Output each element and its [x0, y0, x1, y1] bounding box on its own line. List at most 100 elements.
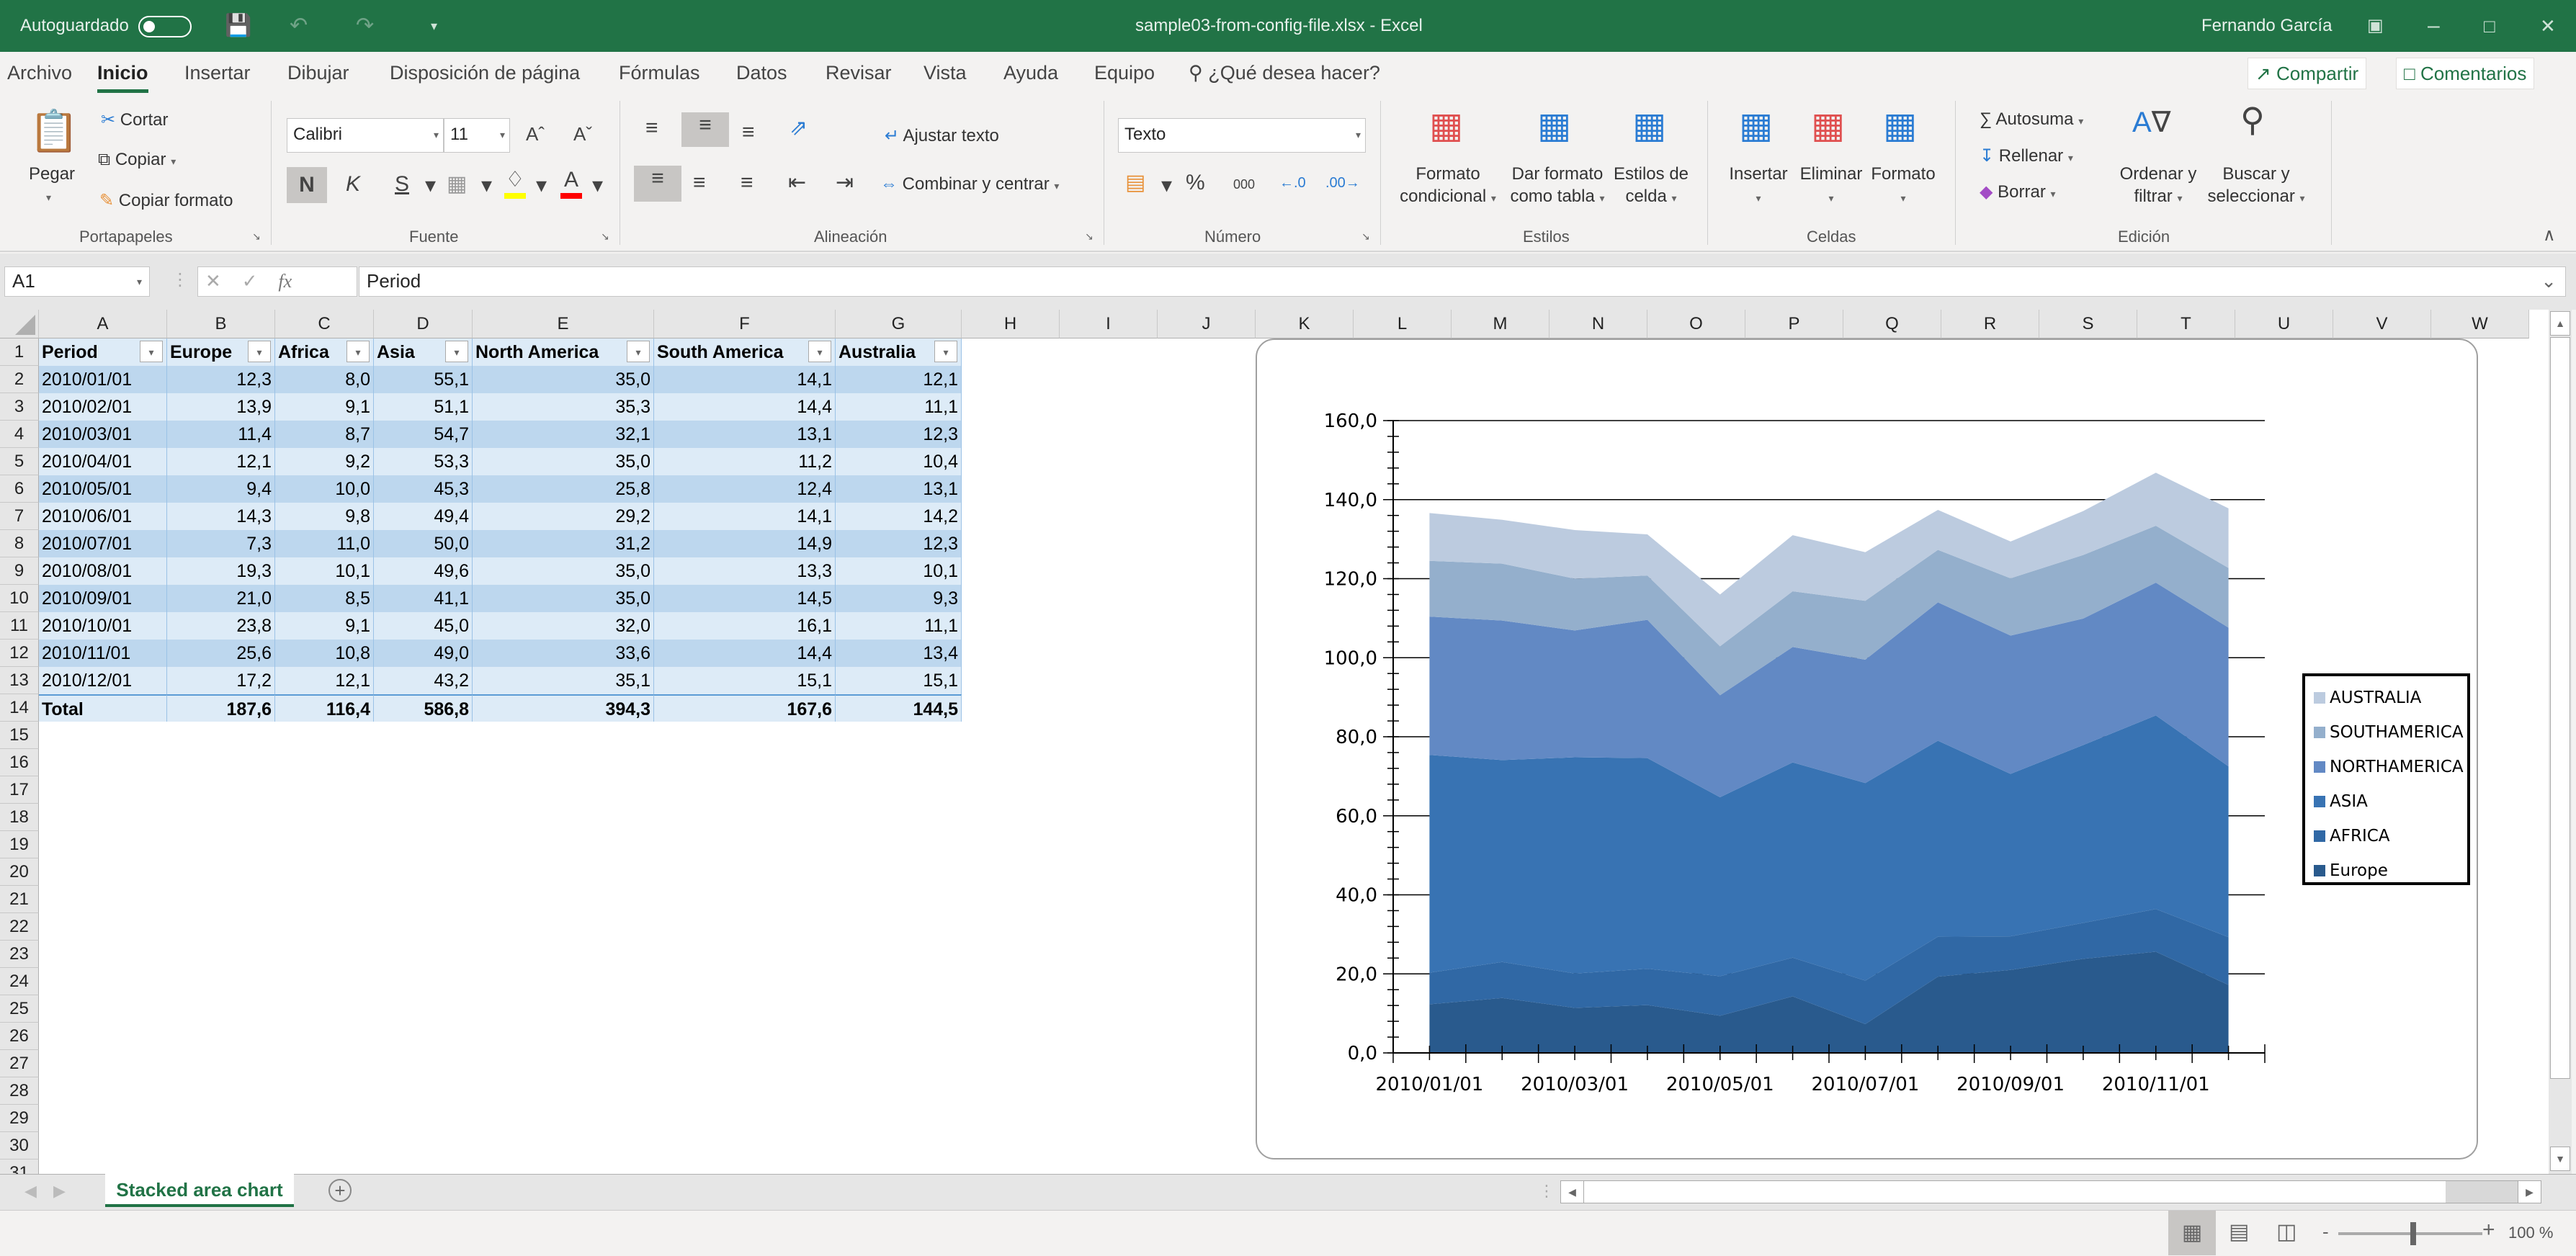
table-cell[interactable]: 9,2 [275, 448, 374, 475]
table-cell[interactable]: 10,0 [275, 475, 374, 503]
column-header-H[interactable]: H [962, 310, 1060, 338]
table-cell[interactable]: 35,0 [473, 585, 654, 612]
table-cell[interactable]: 2010/01/01 [39, 366, 167, 393]
row-header-20[interactable]: 20 [0, 858, 39, 886]
total-cell[interactable]: 116,4 [275, 694, 374, 722]
sort-filter-button[interactable]: Ordenar y filtrar ▾ [2114, 163, 2203, 210]
align-middle-icon[interactable]: ≡ [681, 112, 729, 147]
table-cell[interactable]: 45,3 [374, 475, 473, 503]
column-header-N[interactable]: N [1549, 310, 1647, 338]
accounting-dropdown[interactable]: ▾ [1161, 173, 1172, 199]
column-header-E[interactable]: E [473, 310, 654, 338]
more-icon[interactable]: ⋮ [171, 269, 189, 290]
row-header-26[interactable]: 26 [0, 1023, 39, 1050]
table-cell[interactable]: 8,5 [275, 585, 374, 612]
table-cell[interactable]: 15,1 [654, 667, 836, 694]
borders-icon[interactable]: ▦ [447, 171, 467, 197]
add-sheet-icon[interactable]: + [328, 1179, 352, 1202]
table-cell[interactable]: 23,8 [167, 612, 275, 640]
select-all-corner[interactable] [0, 310, 39, 338]
comments-button[interactable]: □ Comentarios [2396, 58, 2535, 89]
table-cell[interactable]: 50,0 [374, 530, 473, 557]
font-color-icon[interactable]: A [560, 167, 582, 199]
table-cell[interactable]: 16,1 [654, 612, 836, 640]
scroll-down-button[interactable]: ▼ [2550, 1147, 2570, 1171]
row-header-25[interactable]: 25 [0, 995, 39, 1023]
tab-archivo[interactable]: Archivo [7, 62, 72, 84]
column-header-W[interactable]: W [2431, 310, 2529, 338]
insert-cells-button[interactable]: Insertar ▾ [1725, 163, 1792, 210]
align-center-icon[interactable]: ≡ [693, 170, 706, 196]
table-cell[interactable]: 14,5 [654, 585, 836, 612]
accounting-format-icon[interactable]: ▤ [1125, 170, 1145, 196]
table-cell[interactable]: 14,2 [836, 503, 962, 530]
delete-cells-button[interactable]: Eliminar ▾ [1795, 163, 1867, 210]
horizontal-scroll-thumb[interactable] [1584, 1181, 2446, 1203]
table-cell[interactable]: 19,3 [167, 557, 275, 585]
wrap-text-button[interactable]: ↵ Ajustar texto [885, 125, 999, 146]
table-cell[interactable]: 12,4 [654, 475, 836, 503]
table-cell[interactable]: 2010/11/01 [39, 640, 167, 667]
table-cell[interactable]: 25,6 [167, 640, 275, 667]
autosum-button[interactable]: ∑ Autosuma ▾ [1980, 109, 2083, 130]
find-select-button[interactable]: Buscar y seleccionar ▾ [2206, 163, 2307, 210]
table-cell[interactable]: 12,1 [275, 667, 374, 694]
table-cell[interactable]: 14,4 [654, 393, 836, 421]
formula-input[interactable]: Period ⌄ [359, 266, 2566, 297]
minimize-icon[interactable]: – [2428, 13, 2440, 39]
total-cell[interactable]: 167,6 [654, 694, 836, 722]
table-cell[interactable]: 35,0 [473, 448, 654, 475]
row-header-13[interactable]: 13 [0, 667, 39, 694]
font-color-dropdown[interactable]: ▾ [592, 173, 603, 199]
row-header-7[interactable]: 7 [0, 503, 39, 530]
table-cell[interactable]: 2010/02/01 [39, 393, 167, 421]
column-header-B[interactable]: B [167, 310, 275, 338]
filter-dropdown-icon[interactable]: ▾ [248, 341, 271, 362]
zoom-in-icon[interactable]: + [2482, 1218, 2495, 1242]
scroll-right-button[interactable]: ▶ [2518, 1181, 2541, 1203]
tab-split-handle[interactable]: ⋮ [1539, 1182, 1555, 1201]
customize-qat-icon[interactable]: ▾ [431, 13, 437, 39]
table-cell[interactable]: 14,1 [654, 366, 836, 393]
table-cell[interactable]: 49,0 [374, 640, 473, 667]
filter-dropdown-icon[interactable]: ▾ [627, 341, 650, 362]
align-right-icon[interactable]: ≡ [741, 170, 753, 196]
table-cell[interactable]: 29,2 [473, 503, 654, 530]
table-cell[interactable]: 9,4 [167, 475, 275, 503]
collapse-ribbon-icon[interactable]: ∧ [2543, 225, 2556, 246]
row-header-15[interactable]: 15 [0, 722, 39, 749]
table-cell[interactable]: 9,1 [275, 612, 374, 640]
table-cell[interactable]: 15,1 [836, 667, 962, 694]
paste-button[interactable]: Pegar [29, 164, 75, 184]
clear-button[interactable]: ◆ Borrar ▾ [1980, 181, 2056, 202]
paste-dropdown[interactable]: ▾ [46, 192, 51, 204]
table-cell[interactable]: 12,3 [836, 530, 962, 557]
table-cell[interactable]: 21,0 [167, 585, 275, 612]
tab-dibujar[interactable]: Dibujar [287, 62, 349, 84]
zoom-slider[interactable] [2338, 1222, 2482, 1245]
font-launcher[interactable]: ↘ [601, 230, 609, 243]
table-cell[interactable]: 14,1 [654, 503, 836, 530]
name-box[interactable]: A1 ▾ [4, 266, 150, 297]
zoom-slider-thumb[interactable] [2410, 1222, 2416, 1245]
row-header-3[interactable]: 3 [0, 393, 39, 421]
column-header-R[interactable]: R [1941, 310, 2039, 338]
table-cell[interactable]: 13,1 [654, 421, 836, 448]
conditional-format-button[interactable]: Formato condicional ▾ [1397, 163, 1498, 210]
row-header-6[interactable]: 6 [0, 475, 39, 503]
cut-button[interactable]: ✂ Cortar [101, 109, 168, 130]
table-cell[interactable]: 11,2 [654, 448, 836, 475]
table-cell[interactable]: 8,7 [275, 421, 374, 448]
table-cell[interactable]: 43,2 [374, 667, 473, 694]
underline-dropdown[interactable]: ▾ [425, 173, 436, 199]
filter-dropdown-icon[interactable]: ▾ [934, 341, 957, 362]
percent-icon[interactable]: % [1186, 170, 1205, 196]
table-cell[interactable]: 11,1 [836, 393, 962, 421]
increase-decimal-icon[interactable]: ←.0 [1279, 170, 1306, 196]
table-cell[interactable]: 54,7 [374, 421, 473, 448]
filter-dropdown-icon[interactable]: ▾ [346, 341, 370, 362]
row-header-19[interactable]: 19 [0, 831, 39, 858]
table-cell[interactable]: 35,1 [473, 667, 654, 694]
tab-formulas[interactable]: Fórmulas [619, 62, 700, 84]
bold-button[interactable]: N [287, 167, 327, 203]
